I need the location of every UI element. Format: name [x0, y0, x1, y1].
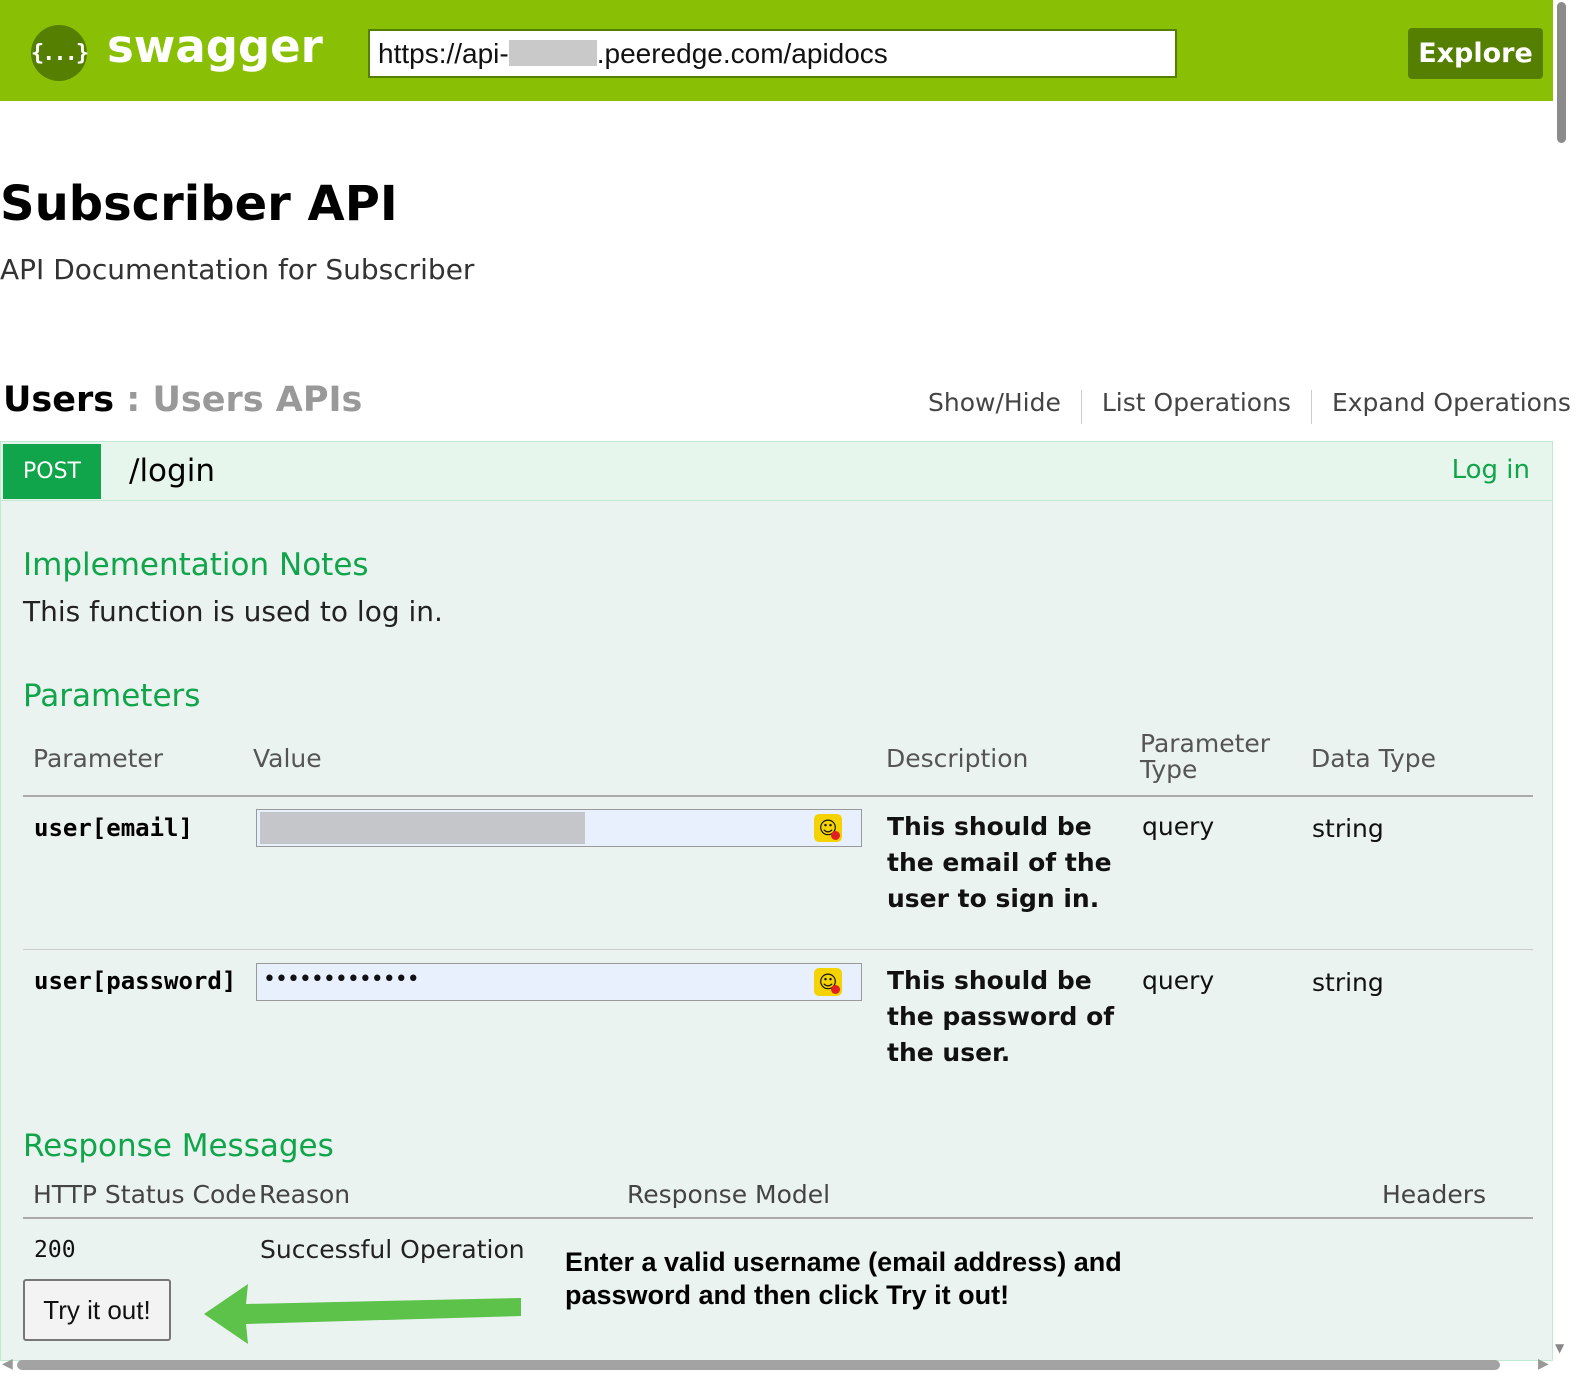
password-manager-icon[interactable]: ☺	[814, 814, 842, 842]
table-header-divider	[23, 795, 1533, 797]
param-type-password: query	[1142, 966, 1215, 995]
api-title: Subscriber API	[0, 176, 398, 232]
implementation-notes-text: This function is used to log in.	[23, 595, 443, 628]
email-redacted-value	[260, 812, 585, 844]
api-description: API Documentation for Subscriber	[0, 253, 475, 286]
try-it-out-button[interactable]: Try it out!	[23, 1279, 171, 1341]
scroll-left-arrow-icon[interactable]: ◀	[2, 1356, 13, 1372]
instruction-annotation: Enter a valid username (email address) a…	[565, 1247, 1122, 1310]
response-header-status: HTTP Status Code	[33, 1180, 257, 1209]
response-reason: Successful Operation	[260, 1235, 525, 1264]
table-row-divider	[23, 949, 1533, 950]
password-field[interactable]: ••••••••••••• ☺	[256, 963, 862, 1001]
scroll-down-arrow-icon[interactable]: ▼	[1555, 1341, 1564, 1355]
password-masked-value: •••••••••••••	[263, 967, 420, 992]
operation-login: POST /login Log in Implementation Notes …	[0, 441, 1553, 1361]
swagger-logo-text: swagger	[107, 20, 323, 73]
resource-heading[interactable]: Users : Users APIs	[3, 380, 362, 420]
http-method-badge[interactable]: POST	[3, 444, 101, 499]
resource-description: Users APIs	[152, 380, 363, 420]
param-name-password: user[password]	[34, 967, 237, 995]
response-header-divider	[23, 1217, 1533, 1219]
operation-heading[interactable]: POST /login Log in	[1, 442, 1552, 501]
top-bar: {...} swagger https://api- .peeredge.com/…	[0, 0, 1553, 101]
explore-button[interactable]: Explore	[1408, 28, 1543, 79]
implementation-notes-title: Implementation Notes	[23, 547, 369, 583]
resource-separator: :	[114, 380, 153, 420]
expand-operations-link[interactable]: Expand Operations	[1332, 388, 1571, 422]
url-prefix: https://api-	[378, 38, 509, 69]
param-header-value: Value	[253, 744, 322, 773]
param-description-email: This should be the email of the user to …	[887, 812, 1112, 913]
data-type-password: string	[1312, 968, 1384, 997]
data-type-email: string	[1312, 814, 1384, 843]
resource-links: Show/Hide List Operations Expand Operati…	[928, 388, 1571, 424]
response-header-headers: Headers	[1382, 1180, 1487, 1209]
password-manager-icon[interactable]: ☺	[814, 968, 842, 996]
annotation-arrow-icon	[204, 1284, 521, 1344]
param-description-password: This should be the password of the user.	[887, 966, 1115, 1067]
link-divider	[1080, 390, 1082, 424]
response-messages-title: Response Messages	[23, 1128, 334, 1164]
url-suffix: .peeredge.com/apidocs	[596, 38, 888, 69]
param-header-description: Description	[886, 744, 1029, 773]
vertical-scrollbar-thumb[interactable]	[1557, 2, 1566, 143]
param-name-email: user[email]	[34, 814, 193, 842]
operation-summary-link[interactable]: Log in	[1452, 455, 1530, 485]
response-header-model: Response Model	[627, 1180, 831, 1209]
param-type-email: query	[1142, 812, 1215, 841]
param-header-parameter: Parameter	[33, 744, 164, 773]
scroll-right-arrow-icon[interactable]: ▶	[1538, 1356, 1549, 1372]
response-header-reason: Reason	[259, 1180, 351, 1209]
vertical-scrollbar[interactable]: ▼	[1553, 0, 1583, 1386]
link-divider	[1310, 390, 1312, 424]
swagger-logo-icon: {...}	[31, 25, 89, 81]
response-status-code: 200	[34, 1237, 76, 1263]
list-operations-link[interactable]: List Operations	[1102, 388, 1291, 422]
api-url-input[interactable]: https://api- .peeredge.com/apidocs	[368, 29, 1177, 78]
operation-path[interactable]: /login	[129, 453, 215, 489]
param-header-data-type: Data Type	[1311, 744, 1437, 773]
resource-name[interactable]: Users	[3, 380, 114, 420]
url-redacted-segment	[508, 40, 597, 66]
email-field[interactable]: ☺	[256, 809, 862, 847]
show-hide-link[interactable]: Show/Hide	[928, 388, 1061, 422]
param-header-parameter-type: Parameter Type	[1140, 729, 1271, 784]
horizontal-scrollbar-thumb[interactable]	[17, 1360, 1500, 1370]
parameters-title: Parameters	[23, 678, 201, 714]
